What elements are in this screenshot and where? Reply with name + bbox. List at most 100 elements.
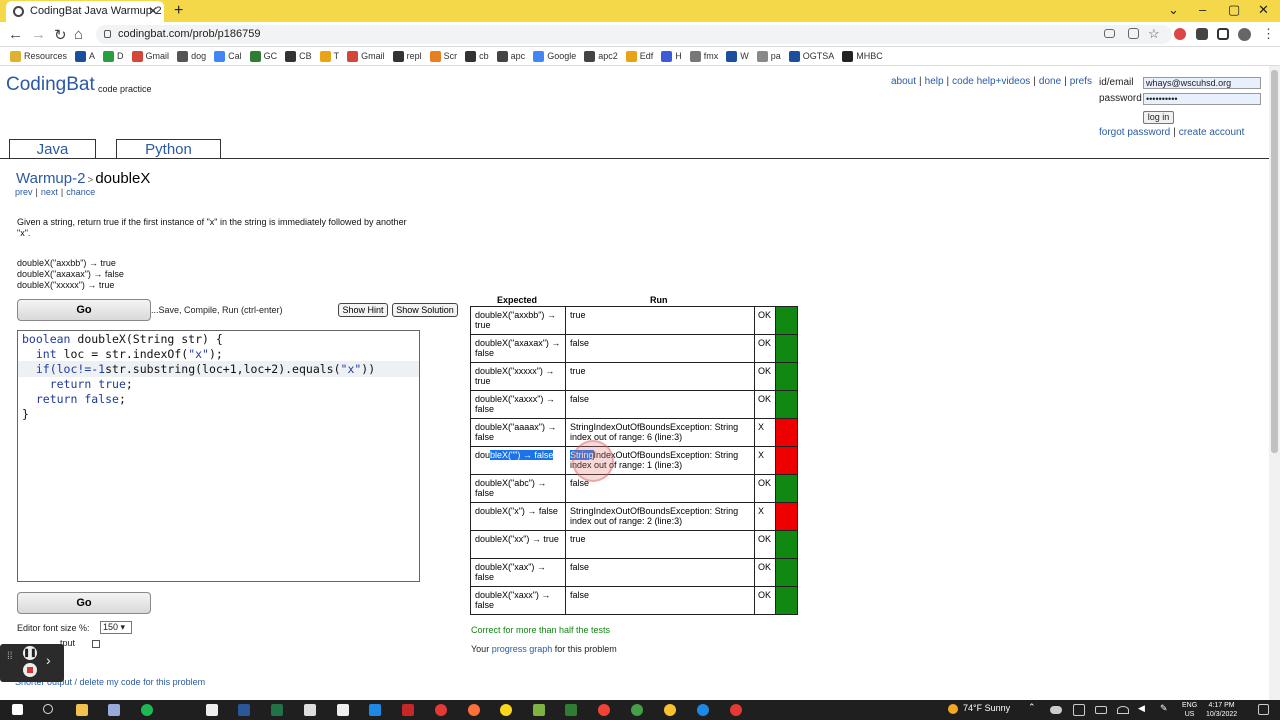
app-icon[interactable] xyxy=(533,704,545,716)
language-indicator[interactable]: ENG US xyxy=(1182,701,1197,719)
close-window-icon[interactable]: ✕ xyxy=(1258,2,1269,18)
breadcrumb-section[interactable]: Warmup-2 xyxy=(16,170,85,187)
email-field[interactable]: whays@wscuhsd.org xyxy=(1143,77,1261,89)
files-icon[interactable] xyxy=(337,704,349,716)
bookmark-item[interactable]: GC xyxy=(249,50,277,62)
extension-record-icon[interactable] xyxy=(1174,28,1186,40)
create-account-link[interactable]: create account xyxy=(1179,127,1245,138)
bookmark-item[interactable]: Cal xyxy=(214,50,242,62)
app-icon[interactable] xyxy=(304,704,316,716)
chrome-icon[interactable] xyxy=(598,704,610,716)
share-icon[interactable] xyxy=(1128,28,1139,39)
bookmark-item[interactable]: Gmail xyxy=(347,50,385,62)
search-icon[interactable] xyxy=(43,704,53,714)
link-about[interactable]: about xyxy=(891,76,916,87)
volume-icon[interactable]: ◀ xyxy=(1138,703,1150,715)
bookmark-item[interactable]: OGTSA xyxy=(788,50,834,62)
link-help[interactable]: help xyxy=(925,76,944,87)
bookmark-item[interactable]: MHBC xyxy=(842,50,883,62)
tray-chevron-icon[interactable]: ⌃ xyxy=(1028,702,1040,714)
bookmark-item[interactable]: Edf xyxy=(625,50,653,62)
show-hint-button[interactable]: Show Hint xyxy=(338,303,388,317)
new-tab-icon[interactable]: + xyxy=(174,2,183,20)
bookmark-item[interactable]: H xyxy=(661,50,682,62)
maximize-icon[interactable]: ▢ xyxy=(1228,2,1240,18)
bookmark-item[interactable]: Gmail xyxy=(131,50,169,62)
close-tab-icon[interactable]: ✕ xyxy=(148,4,158,18)
tab-java[interactable]: Java xyxy=(9,139,96,159)
stop-icon[interactable] xyxy=(23,663,37,677)
filezilla-icon[interactable] xyxy=(402,704,414,716)
excel-icon[interactable] xyxy=(271,704,283,716)
bookmark-item[interactable]: Google xyxy=(533,50,576,62)
go-button[interactable]: Go xyxy=(17,299,151,321)
bookmark-item[interactable]: repl xyxy=(392,50,422,62)
bookmark-item[interactable]: W xyxy=(726,50,749,62)
app-icon[interactable] xyxy=(108,704,120,716)
sidepanel-icon[interactable] xyxy=(1217,28,1229,40)
pause-icon[interactable]: ❚❚ xyxy=(23,646,37,660)
password-field[interactable]: •••••••••• xyxy=(1143,93,1261,105)
bookmark-item[interactable]: apc xyxy=(496,50,525,62)
browser-tab[interactable]: CodingBat Java Warmup-2 doubleX ✕ xyxy=(6,1,164,22)
bookmark-item[interactable]: fmx xyxy=(689,50,718,62)
bookmark-item[interactable]: A xyxy=(75,50,95,62)
code-editor[interactable]: boolean doubleX(String str) { int loc = … xyxy=(17,330,420,582)
weather[interactable]: 74°F Sunny xyxy=(948,703,1010,714)
next-link[interactable]: next xyxy=(41,187,58,197)
app-g-icon[interactable] xyxy=(206,704,218,716)
word-icon[interactable] xyxy=(238,704,250,716)
chevron-right-icon[interactable]: › xyxy=(46,652,51,668)
bookmark-item[interactable]: apc2 xyxy=(584,50,618,62)
back-icon[interactable]: ← xyxy=(8,26,23,43)
firefox-icon[interactable] xyxy=(468,704,480,716)
chrome-icon[interactable] xyxy=(730,704,742,716)
link-code-help[interactable]: code help+videos xyxy=(952,76,1030,87)
home-icon[interactable]: ⌂ xyxy=(74,26,83,43)
forward-icon[interactable]: → xyxy=(31,26,46,43)
bookmark-item[interactable]: Resources xyxy=(10,50,67,62)
menu-icon[interactable]: ⋮ xyxy=(1262,26,1275,42)
extensions-icon[interactable] xyxy=(1196,28,1208,40)
laptop-icon[interactable] xyxy=(1073,704,1085,716)
bookmark-item[interactable]: dog xyxy=(177,50,206,62)
show-solution-button[interactable]: Show Solution xyxy=(392,303,458,317)
login-button[interactable]: log in xyxy=(1143,111,1174,124)
address-bar[interactable]: codingbat.com/prob/p186759 xyxy=(96,25,1172,44)
notification-icon[interactable] xyxy=(1258,704,1269,715)
bookmark-item[interactable]: T xyxy=(319,50,339,62)
chrome-icon[interactable] xyxy=(664,704,676,716)
cloud-icon[interactable] xyxy=(1050,706,1062,714)
prev-link[interactable]: prev xyxy=(15,187,33,197)
link-done[interactable]: done xyxy=(1039,76,1061,87)
chance-link[interactable]: chance xyxy=(66,187,95,197)
go-button-bottom[interactable]: Go xyxy=(17,592,151,614)
star-icon[interactable]: ☆ xyxy=(1148,26,1160,42)
app-icon[interactable] xyxy=(369,704,381,716)
battery-icon[interactable] xyxy=(1095,706,1107,714)
tab-search-icon[interactable]: ⌄ xyxy=(1168,2,1179,18)
drag-handle-icon[interactable]: ⁞⁞ xyxy=(7,652,13,668)
bookmark-item[interactable]: cb xyxy=(465,50,489,62)
bookmark-item[interactable]: pa xyxy=(756,50,781,62)
bookmark-item[interactable]: Scr xyxy=(429,50,457,62)
font-size-select[interactable]: 150 ▾ xyxy=(100,621,132,634)
key-icon[interactable] xyxy=(1104,29,1115,38)
app-icon[interactable] xyxy=(500,704,512,716)
chrome-icon[interactable] xyxy=(435,704,447,716)
bookmark-item[interactable]: CB xyxy=(285,50,312,62)
file-explorer-icon[interactable] xyxy=(76,704,88,716)
avatar[interactable] xyxy=(1238,28,1251,41)
tab-python[interactable]: Python xyxy=(116,139,221,159)
chrome-icon[interactable] xyxy=(697,704,709,716)
bookmark-item[interactable]: D xyxy=(103,50,124,62)
site-logo[interactable]: CodingBat xyxy=(6,74,95,96)
chrome-icon[interactable] xyxy=(631,704,643,716)
pen-icon[interactable]: ✎ xyxy=(1160,703,1172,715)
minimize-icon[interactable]: – xyxy=(1199,2,1206,17)
short-output-checkbox[interactable] xyxy=(91,639,100,648)
link-prefs[interactable]: prefs xyxy=(1070,76,1092,87)
clock[interactable]: 4:17 PM 10/3/2022 xyxy=(1206,701,1237,719)
progress-graph-link[interactable]: progress graph xyxy=(492,644,553,654)
forgot-password-link[interactable]: forgot password xyxy=(1099,127,1170,138)
